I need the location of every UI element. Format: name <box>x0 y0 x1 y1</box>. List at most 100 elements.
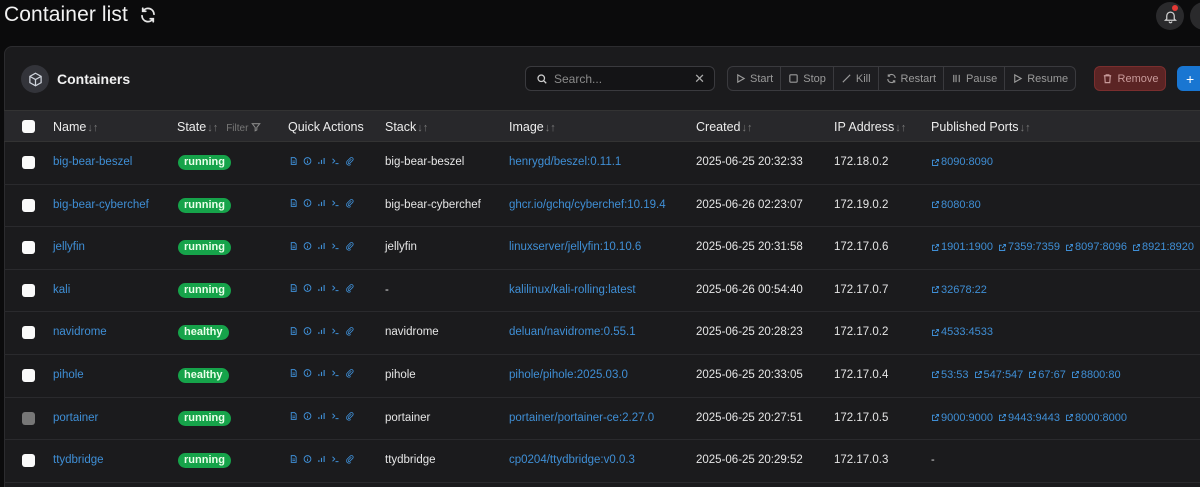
published-port-link[interactable]: 8800:80 <box>1071 369 1121 381</box>
inspect-icon[interactable] <box>303 411 312 422</box>
stats-icon[interactable] <box>317 155 326 166</box>
stats-icon[interactable] <box>317 411 326 422</box>
inspect-icon[interactable] <box>303 198 312 209</box>
logs-icon[interactable] <box>289 368 298 379</box>
attach-icon[interactable] <box>345 283 354 294</box>
stats-icon[interactable] <box>317 368 326 379</box>
start-button[interactable]: Start <box>728 67 782 90</box>
container-name-link[interactable]: jellyfin <box>53 241 85 253</box>
container-name-link[interactable]: pihole <box>53 369 84 381</box>
add-container-button[interactable]: + <box>1177 66 1200 91</box>
inspect-icon[interactable] <box>303 155 312 166</box>
image-link[interactable]: henrygd/beszel:0.11.1 <box>509 156 621 168</box>
attach-icon[interactable] <box>345 453 354 464</box>
stats-icon[interactable] <box>317 283 326 294</box>
logs-icon[interactable] <box>289 240 298 251</box>
logs-icon[interactable] <box>289 411 298 422</box>
logs-icon[interactable] <box>289 198 298 209</box>
search-input[interactable] <box>554 71 694 86</box>
console-icon[interactable] <box>331 368 340 379</box>
image-link[interactable]: kalilinux/kali-rolling:latest <box>509 284 636 296</box>
logs-icon[interactable] <box>289 283 298 294</box>
published-port-link[interactable]: 9000:9000 <box>931 412 993 424</box>
attach-icon[interactable] <box>345 368 354 379</box>
console-icon[interactable] <box>331 453 340 464</box>
search-box[interactable]: ✕ <box>525 66 715 91</box>
row-checkbox[interactable] <box>22 454 35 468</box>
stats-icon[interactable] <box>317 240 326 251</box>
inspect-icon[interactable] <box>303 240 312 251</box>
inspect-icon[interactable] <box>303 325 312 336</box>
notifications-button[interactable] <box>1156 2 1184 30</box>
attach-icon[interactable] <box>345 240 354 251</box>
console-icon[interactable] <box>331 411 340 422</box>
row-checkbox[interactable] <box>22 198 35 212</box>
attach-icon[interactable] <box>345 155 354 166</box>
container-name-link[interactable]: ttydbridge <box>53 454 104 466</box>
refresh-icon[interactable] <box>139 6 157 24</box>
console-icon[interactable] <box>331 198 340 209</box>
attach-icon[interactable] <box>345 325 354 336</box>
clear-search-icon[interactable]: ✕ <box>694 71 705 87</box>
published-port-link[interactable]: 53:53 <box>931 369 969 381</box>
kill-button[interactable]: Kill <box>834 67 879 90</box>
published-port-link[interactable]: 8000:8000 <box>1065 412 1127 424</box>
container-name-link[interactable]: big-bear-cyberchef <box>53 199 149 211</box>
published-port-link[interactable]: 547:547 <box>974 369 1023 381</box>
published-port-link[interactable]: 8080:80 <box>931 199 981 211</box>
column-header-ports[interactable]: Published Ports↓↑ <box>931 120 1031 134</box>
published-port-link[interactable]: 4533:4533 <box>931 326 993 338</box>
image-link[interactable]: pihole/pihole:2025.03.0 <box>509 369 628 381</box>
container-name-link[interactable]: navidrome <box>53 326 107 338</box>
published-port-link[interactable]: 67:67 <box>1028 369 1066 381</box>
attach-icon[interactable] <box>345 198 354 209</box>
published-port-link[interactable]: 7359:7359 <box>998 241 1060 253</box>
image-link[interactable]: linuxserver/jellyfin:10.10.6 <box>509 241 641 253</box>
console-icon[interactable] <box>331 240 340 251</box>
stats-icon[interactable] <box>317 325 326 336</box>
published-port-link[interactable]: 1901:1900 <box>931 241 993 253</box>
logs-icon[interactable] <box>289 453 298 464</box>
column-header-image[interactable]: Image↓↑ <box>509 120 556 134</box>
image-link[interactable]: portainer/portainer-ce:2.27.0 <box>509 412 654 424</box>
container-name-link[interactable]: big-bear-beszel <box>53 156 132 168</box>
console-icon[interactable] <box>331 155 340 166</box>
row-checkbox[interactable] <box>22 283 35 297</box>
select-all-checkbox[interactable] <box>22 120 35 133</box>
image-link[interactable]: deluan/navidrome:0.55.1 <box>509 326 636 338</box>
column-header-name[interactable]: Name↓↑ <box>53 120 98 134</box>
console-icon[interactable] <box>331 325 340 336</box>
inspect-icon[interactable] <box>303 283 312 294</box>
published-port-link[interactable]: 8090:8090 <box>931 156 993 168</box>
state-filter[interactable]: Filter <box>226 123 262 134</box>
published-port-link[interactable]: 32678:22 <box>931 284 987 296</box>
user-menu-button[interactable] <box>1190 2 1200 30</box>
stats-icon[interactable] <box>317 198 326 209</box>
column-header-stack[interactable]: Stack↓↑ <box>385 120 428 134</box>
console-icon[interactable] <box>331 283 340 294</box>
row-checkbox[interactable] <box>22 241 35 255</box>
resume-button[interactable]: Resume <box>1005 67 1075 90</box>
row-checkbox[interactable] <box>22 156 35 169</box>
inspect-icon[interactable] <box>303 453 312 464</box>
inspect-icon[interactable] <box>303 368 312 379</box>
attach-icon[interactable] <box>345 411 354 422</box>
image-link[interactable]: cp0204/ttydbridge:v0.0.3 <box>509 454 635 466</box>
container-name-link[interactable]: portainer <box>53 412 98 424</box>
image-link[interactable]: ghcr.io/gchq/cyberchef:10.19.4 <box>509 199 666 211</box>
column-header-ip[interactable]: IP Address↓↑ <box>834 120 906 134</box>
row-checkbox[interactable] <box>22 368 35 382</box>
stop-button[interactable]: Stop <box>781 67 834 90</box>
published-port-link[interactable]: 8097:8096 <box>1065 241 1127 253</box>
container-name-link[interactable]: kali <box>53 284 70 296</box>
restart-button[interactable]: Restart <box>879 67 945 90</box>
logs-icon[interactable] <box>289 325 298 336</box>
row-checkbox[interactable] <box>22 326 35 340</box>
published-port-link[interactable]: 8921:8920 <box>1132 241 1194 253</box>
pause-button[interactable]: Pause <box>944 67 1006 90</box>
remove-button[interactable]: Remove <box>1094 66 1166 91</box>
column-header-state[interactable]: State↓↑ Filter <box>177 120 262 134</box>
column-header-created[interactable]: Created↓↑ <box>696 120 752 134</box>
published-port-link[interactable]: 9443:9443 <box>998 412 1060 424</box>
row-checkbox[interactable] <box>22 411 35 425</box>
